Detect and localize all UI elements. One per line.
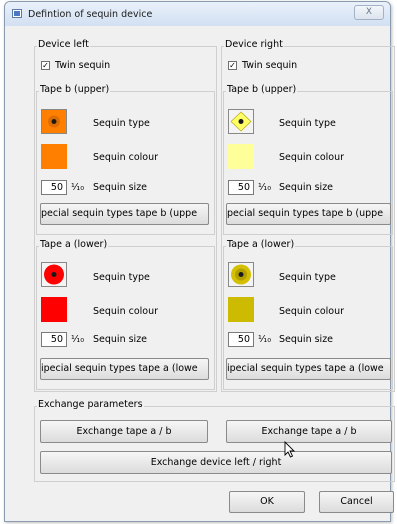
sequin-colour-right-a-label: Sequin colour <box>279 306 345 317</box>
check-icon: ✓ <box>41 61 50 70</box>
twin-sequin-right-checkbox[interactable]: ✓ Twin sequin <box>228 60 308 72</box>
twin-sequin-left-label: Twin sequin <box>55 60 111 71</box>
tape-a-left-header: Tape a (lower) <box>39 239 109 250</box>
sequin-size-right-b-input[interactable]: 50 <box>228 180 254 195</box>
dialog-title: Defintion of sequin device <box>28 9 153 20</box>
sequin-type-right-a-label: Sequin type <box>279 272 336 283</box>
exchange-tape-left-button[interactable]: Exchange tape a / b <box>40 420 208 443</box>
sequin-size-right-a-unit: ⅟₁₀ <box>258 334 272 345</box>
sequin-size-left-a-unit: ⅟₁₀ <box>71 334 85 345</box>
check-icon: ✓ <box>228 61 237 70</box>
special-types-right-a-button[interactable]: ipecial sequin types tape a (lowe <box>226 358 391 380</box>
sequin-pattern-icon <box>229 263 253 286</box>
tape-a-right-header: Tape a (lower) <box>226 239 296 250</box>
sequin-pattern-icon <box>42 263 66 286</box>
exchange-device-button[interactable]: Exchange device left / right <box>40 451 392 474</box>
sequin-pattern-icon <box>42 110 66 133</box>
exchange-tape-right-button[interactable]: Exchange tape a / b <box>226 420 392 443</box>
sequin-colour-left-b-label: Sequin colour <box>93 152 159 163</box>
sequin-size-left-a-input[interactable]: 50 <box>41 332 67 347</box>
sequin-colour-left-a-label: Sequin colour <box>93 306 159 317</box>
sequin-type-left-b-swatch[interactable] <box>41 109 67 134</box>
sequin-size-right-b-label: Sequin size <box>279 182 334 193</box>
close-icon: X <box>365 7 373 17</box>
sequin-size-left-b-label: Sequin size <box>93 182 148 193</box>
special-types-left-a-button[interactable]: ipecial sequin types tape a (lowe <box>40 358 209 380</box>
sequin-size-right-a-input[interactable]: 50 <box>228 332 254 347</box>
sequin-size-left-b-unit: ⅟₁₀ <box>71 182 85 193</box>
twin-sequin-right-label: Twin sequin <box>242 60 298 71</box>
sequin-pattern-icon <box>229 110 253 133</box>
exchange-parameters-header: Exchange parameters <box>37 399 144 410</box>
cancel-button[interactable]: Cancel <box>319 491 394 513</box>
close-button[interactable]: X <box>354 5 384 20</box>
device-right-header: Device right <box>224 39 284 50</box>
sequin-type-left-a-label: Sequin type <box>93 272 150 283</box>
sequin-size-right-b-unit: ⅟₁₀ <box>258 182 272 193</box>
twin-sequin-left-checkbox[interactable]: ✓ Twin sequin <box>41 60 121 72</box>
mouse-cursor-icon <box>284 441 296 458</box>
special-types-left-b-button[interactable]: pecial sequin types tape b (uppe <box>40 203 209 225</box>
tape-b-left-header: Tape b (upper) <box>39 84 111 95</box>
sequin-type-right-b-label: Sequin type <box>279 118 336 129</box>
sequin-colour-right-b-swatch[interactable] <box>228 144 254 169</box>
sequin-colour-right-b-label: Sequin colour <box>279 152 345 163</box>
tape-b-right-header: Tape b (upper) <box>226 84 298 95</box>
app-icon <box>12 9 22 18</box>
sequin-colour-left-b-swatch[interactable] <box>41 144 67 169</box>
ok-button[interactable]: OK <box>229 491 305 513</box>
sequin-type-left-a-swatch[interactable] <box>41 262 67 287</box>
sequin-type-right-a-swatch[interactable] <box>228 262 254 287</box>
sequin-type-left-b-label: Sequin type <box>93 118 150 129</box>
sequin-colour-right-a-swatch[interactable] <box>228 297 254 322</box>
sequin-colour-left-a-swatch[interactable] <box>41 297 67 322</box>
sequin-size-left-a-label: Sequin size <box>93 334 148 345</box>
special-types-right-b-button[interactable]: pecial sequin types tape b (uppe <box>226 203 391 225</box>
device-left-header: Device left <box>37 39 90 50</box>
sequin-size-left-b-input[interactable]: 50 <box>41 180 67 195</box>
sequin-size-right-a-label: Sequin size <box>279 334 334 345</box>
sequin-type-right-b-swatch[interactable] <box>228 109 254 134</box>
